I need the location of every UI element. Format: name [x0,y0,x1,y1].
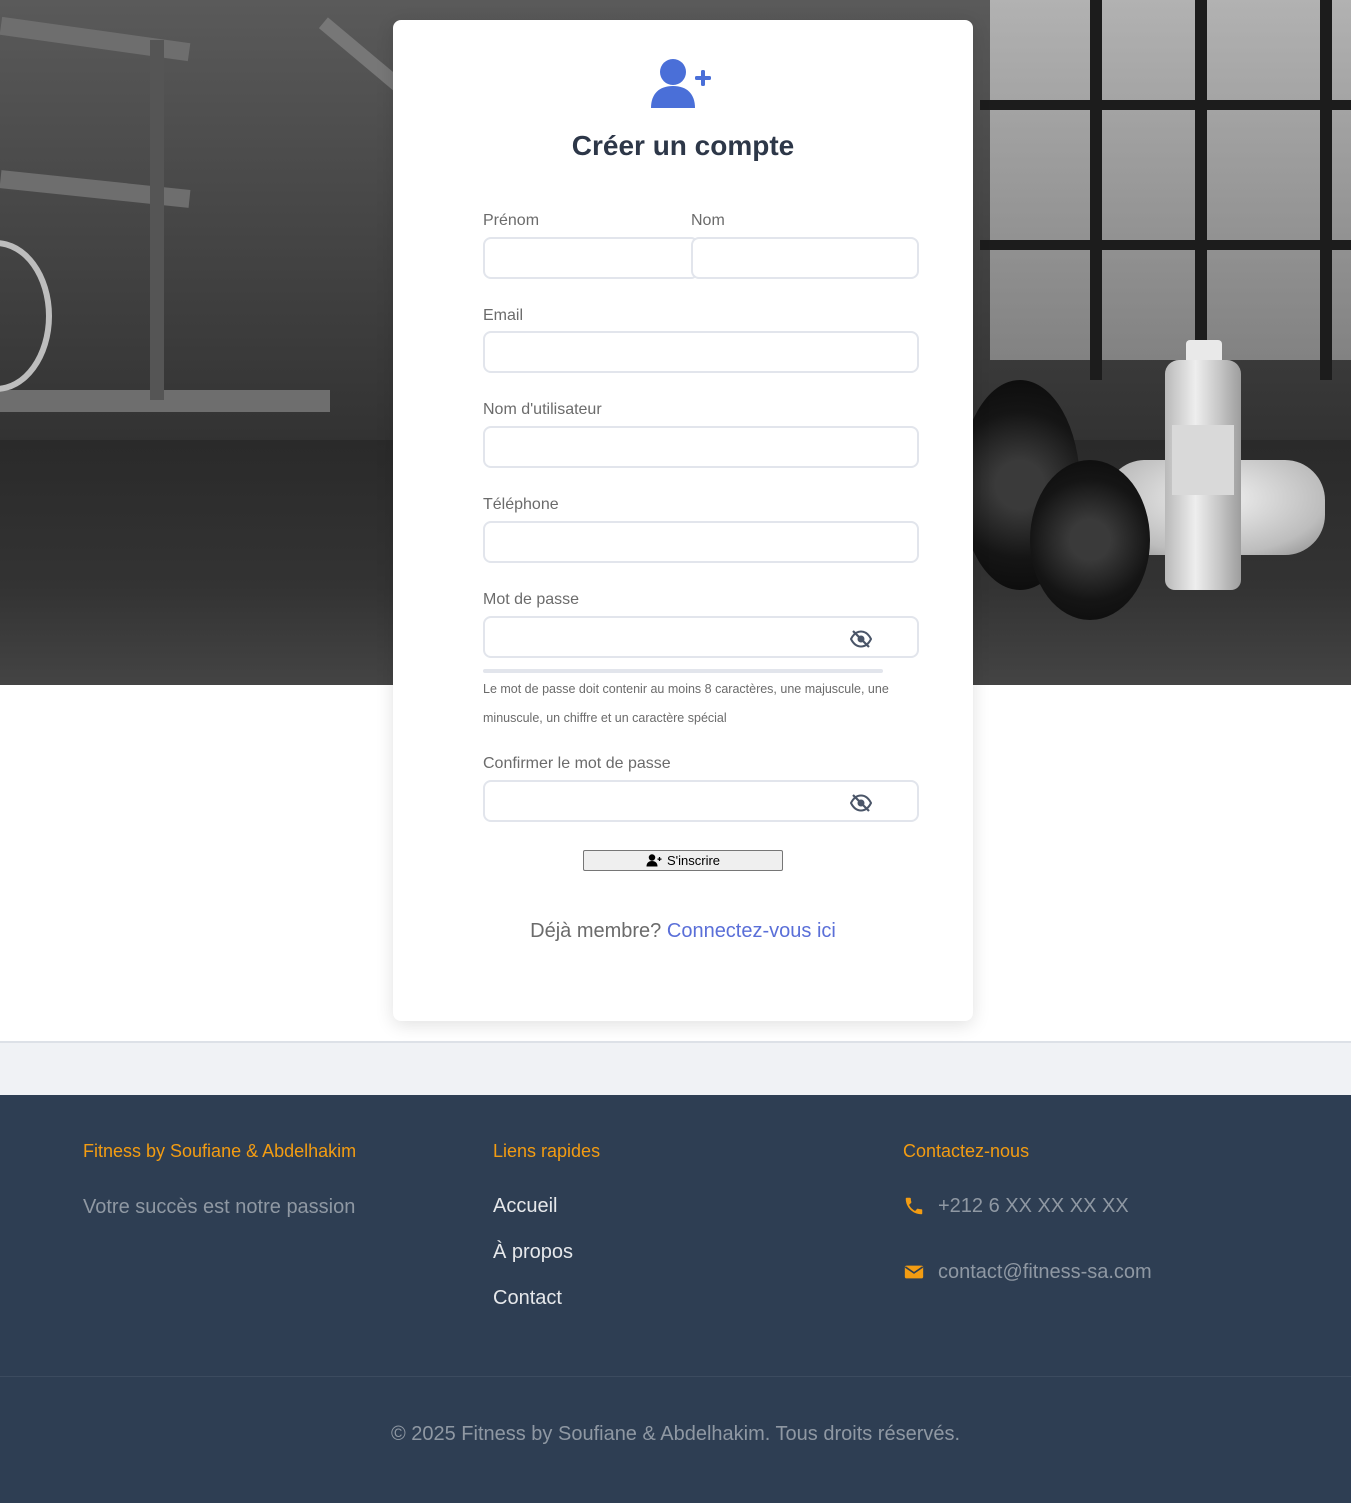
site-footer: Fitness by Soufiane & Abdelhakim Votre s… [0,1095,1351,1503]
user-plus-icon [646,854,662,867]
eye-slash-icon[interactable] [850,794,872,812]
page-title: Créer un compte [571,130,795,161]
password-hint: Le mot de passe doit contenir au moins 8… [483,682,889,725]
phone-icon [905,1197,923,1215]
footer-divider [0,1376,1351,1377]
username-input[interactable] [483,426,919,468]
footer-link-apropos[interactable]: À propos [493,1241,573,1264]
divider-band [0,1041,1351,1095]
signup-card: Créer un compte Prénom Nom Email Nom d'u… [393,20,973,1021]
footer-contact-title: Contactez-nous [903,1141,1030,1161]
password-label: Mot de passe [483,591,580,608]
footer-email: contact@fitness-sa.com [938,1261,1152,1283]
username-label: Nom d'utilisateur [483,401,602,418]
footer-links-title: Liens rapides [493,1141,601,1161]
eye-slash-icon[interactable] [850,630,872,648]
already-member-text: Déjà membre? [530,920,662,942]
footer-link-accueil[interactable]: Accueil [493,1195,557,1218]
firstname-input[interactable] [483,237,699,279]
copyright: © 2025 Fitness by Soufiane & Abdelhakim.… [390,1423,961,1445]
phone-label: Téléphone [483,496,559,513]
lastname-input[interactable] [691,237,919,279]
phone-input[interactable] [483,521,919,563]
signup-button[interactable]: S'inscrire [583,850,783,871]
login-link[interactable]: Connectez-vous ici [667,920,836,942]
footer-brand-title: Fitness by Soufiane & Abdelhakim [83,1141,357,1161]
lastname-label: Nom [691,212,725,229]
footer-phone: +212 6 XX XX XX XX [938,1195,1129,1217]
footer-tagline: Votre succès est notre passion [83,1196,356,1218]
email-label: Email [483,307,524,324]
envelope-icon [904,1265,924,1279]
user-plus-icon [651,59,711,108]
login-prompt: Déjà membre? Connectez-vous ici [393,920,973,943]
confirm-password-label: Confirmer le mot de passe [483,755,671,772]
password-strength-bar [483,669,883,673]
firstname-label: Prénom [483,212,540,229]
signup-button-label: S'inscrire [666,853,721,868]
email-input[interactable] [483,331,919,373]
footer-link-contact[interactable]: Contact [493,1287,562,1310]
